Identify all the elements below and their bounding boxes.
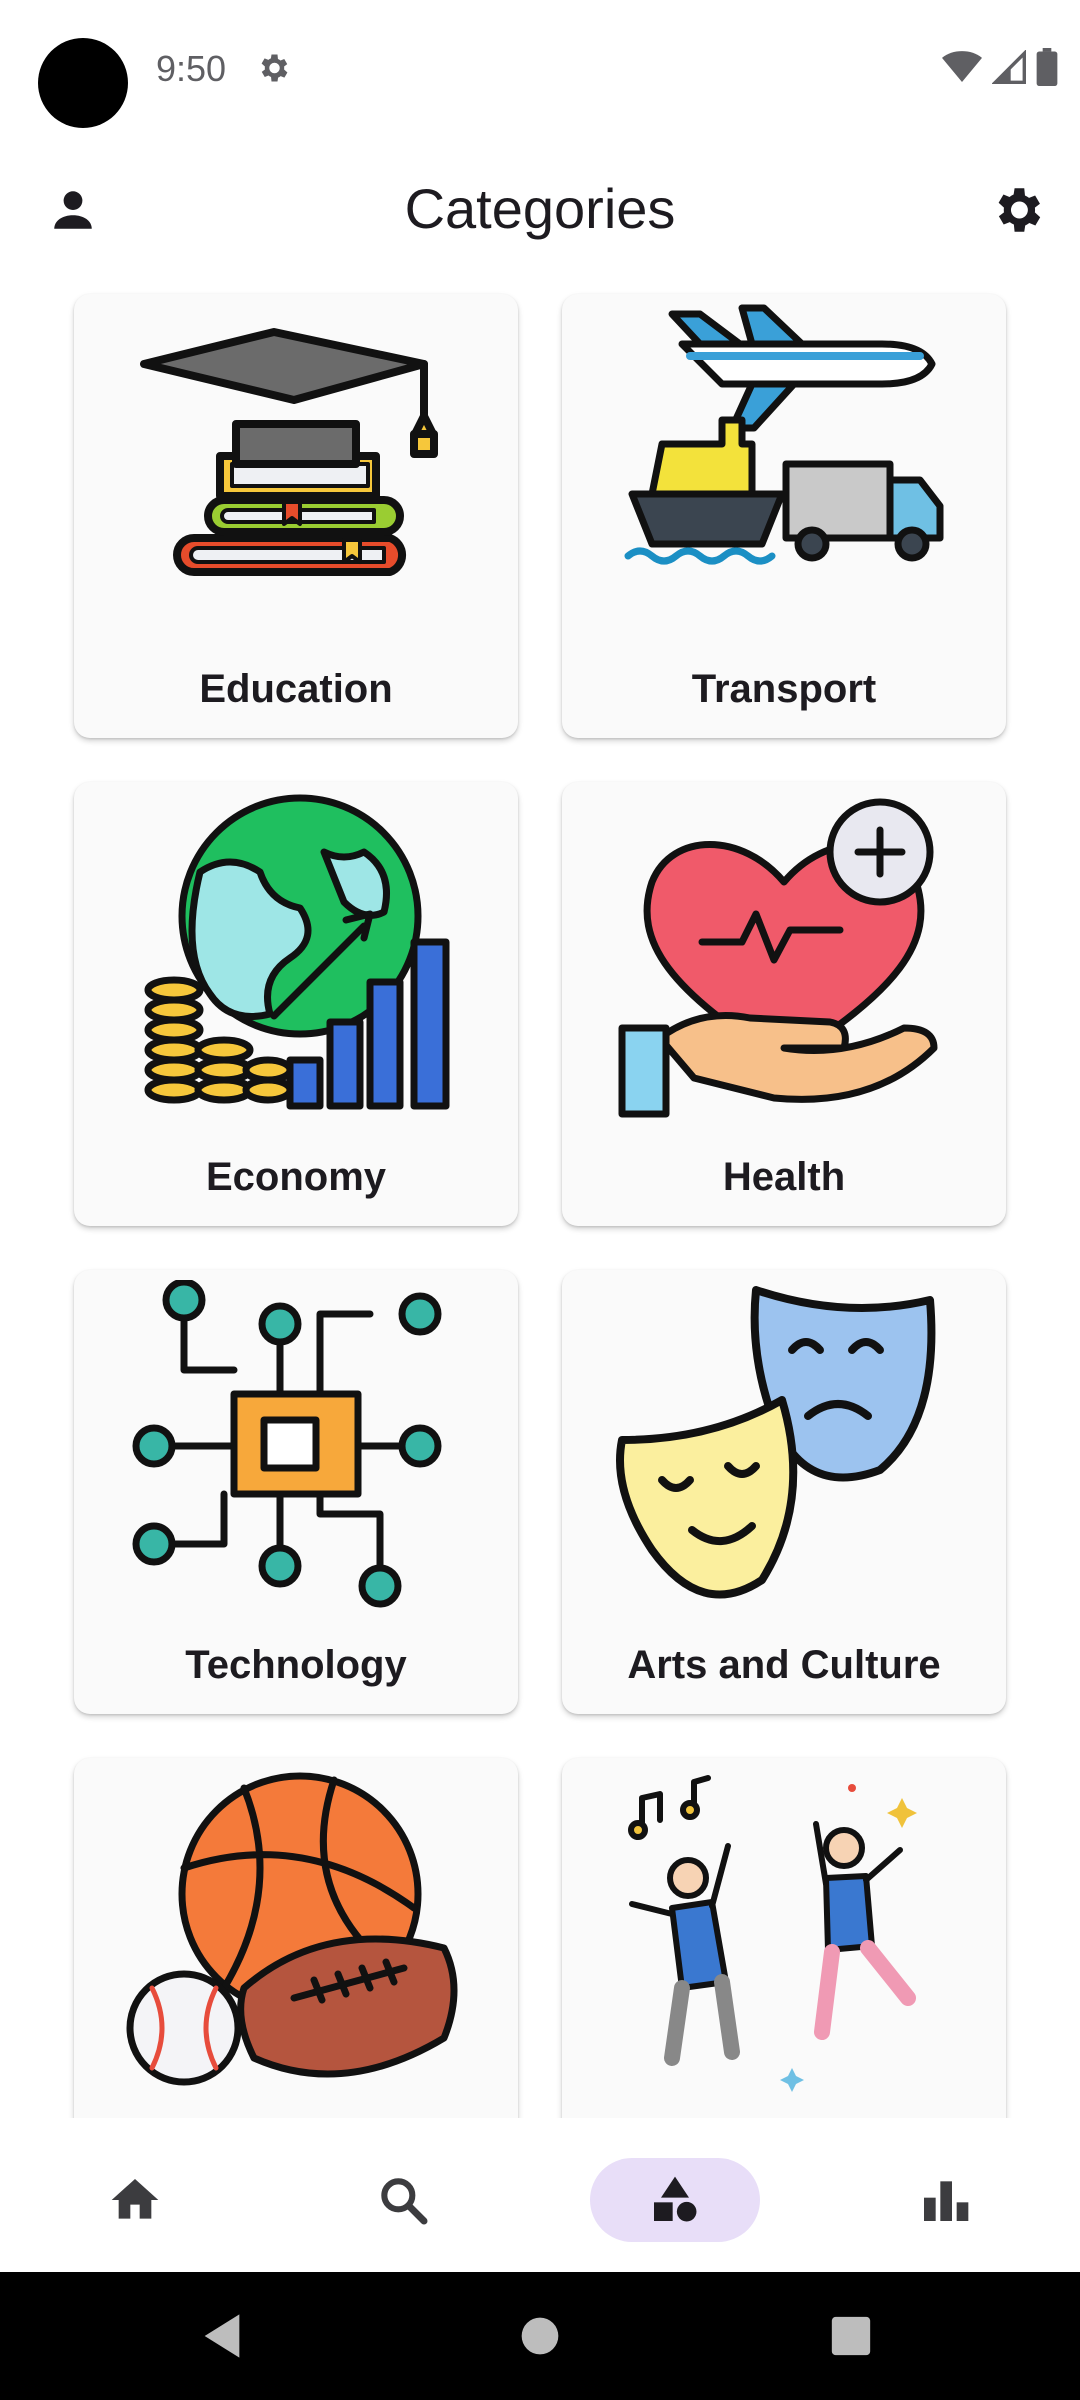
category-label: Technology [185,1643,407,1687]
dancing-people-icon [628,1775,917,2092]
category-label: Arts and Culture [627,1643,941,1687]
settings-status-icon [261,54,288,82]
economy-icon [144,794,450,1110]
categories-icon [654,2176,697,2222]
bar-chart-icon [924,2181,969,2221]
transport-icon [624,304,944,565]
category-card-sports[interactable] [74,1758,518,2118]
app-bar: Categories [0,150,1080,270]
page-title: Categories [404,177,676,240]
nav-search[interactable] [318,2158,488,2242]
theater-masks-icon [616,1286,936,1599]
bottom-navigation [0,2118,1080,2272]
technology-icon [132,1280,442,1608]
category-card-entertainment[interactable] [562,1758,1006,2118]
category-label: Transport [691,667,877,711]
home-icon [111,2179,159,2219]
category-grid[interactable]: Education Transport Economy Health Techn… [0,280,1080,2118]
category-label: Education [199,667,393,711]
home-circle-icon[interactable] [518,2310,562,2362]
wifi-icon [942,51,982,82]
nav-home[interactable] [50,2158,220,2242]
category-card-education[interactable]: Education [74,294,518,738]
education-icon [140,328,438,576]
gear-icon [998,188,1041,232]
health-icon [618,798,938,1118]
category-card-health[interactable]: Health [562,782,1006,1226]
system-navigation-bar [0,2272,1080,2400]
settings-button[interactable] [984,180,1050,240]
category-card-technology[interactable]: Technology [74,1270,518,1714]
nav-statistics[interactable] [860,2158,1030,2242]
status-bar: 9:50 [0,0,1080,140]
category-card-transport[interactable]: Transport [562,294,1006,738]
category-label: Economy [205,1155,387,1199]
status-icons [942,48,1058,86]
sports-balls-icon [126,1772,458,2086]
category-card-arts-and-culture[interactable]: Arts and Culture [562,1270,1006,1714]
status-time: 9:50 [156,48,227,89]
back-icon[interactable] [196,2310,248,2362]
search-icon [381,2178,428,2225]
category-card-economy[interactable]: Economy [74,782,518,1226]
camera-cutout [38,38,128,128]
recents-icon[interactable] [828,2310,874,2362]
nav-categories[interactable] [590,2158,760,2242]
signal-icon [992,50,1026,84]
battery-icon [1036,48,1058,86]
category-label: Health [722,1155,846,1199]
